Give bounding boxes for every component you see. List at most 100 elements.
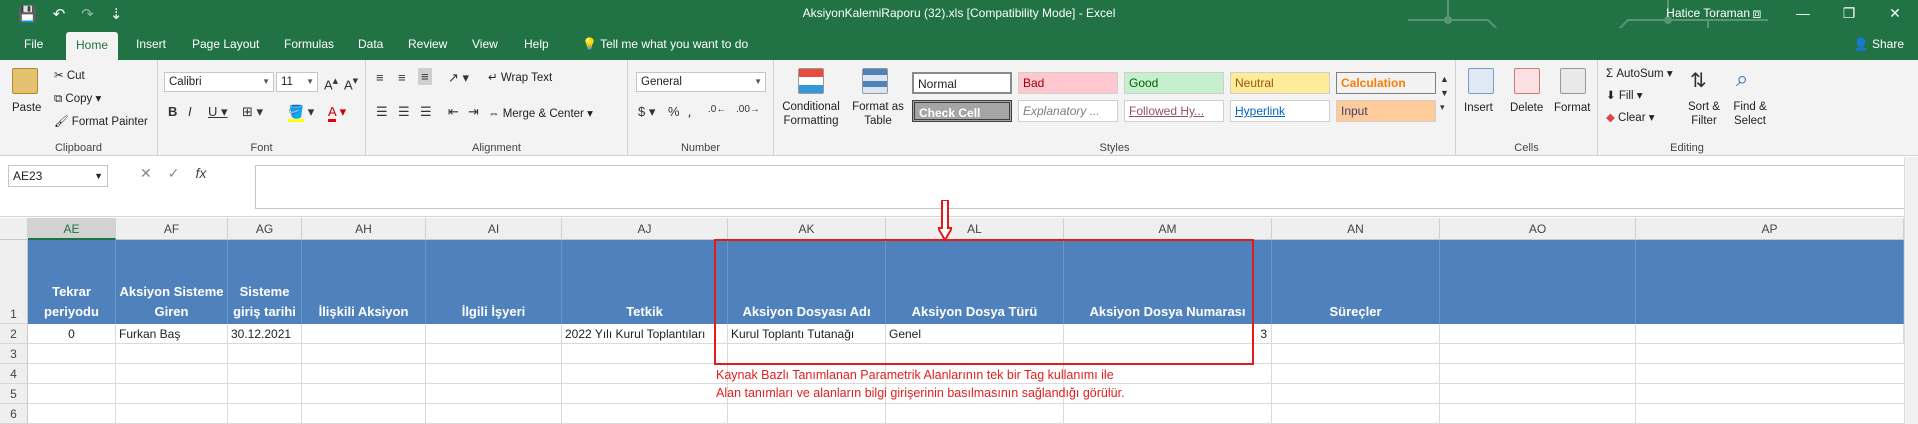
data-cell[interactable]: 30.12.2021 — [228, 324, 302, 344]
currency-icon[interactable]: $ ▾ — [638, 104, 655, 120]
magnifier-icon[interactable]: ⌕ — [1736, 66, 1748, 92]
clear-button[interactable]: ◆ Clear ▾ — [1606, 110, 1655, 124]
col-header-ai[interactable]: AI — [426, 218, 562, 240]
confirm-icon[interactable]: ✓ — [168, 165, 180, 182]
align-left-icon[interactable]: ☰ — [376, 104, 388, 120]
col-header-ao[interactable]: AO — [1440, 218, 1636, 240]
tab-review[interactable]: Review — [398, 28, 457, 60]
col-header-af[interactable]: AF — [116, 218, 228, 240]
tab-view[interactable]: View — [462, 28, 508, 60]
style-explanatory[interactable]: Explanatory ... — [1018, 100, 1118, 122]
header-cell[interactable]: İlgili İşyeri — [426, 240, 562, 324]
header-cell-empty[interactable] — [1440, 240, 1636, 324]
style-input[interactable]: Input — [1336, 100, 1436, 122]
format-as-table-button[interactable]: Format as Table — [850, 100, 906, 128]
format-painter-button[interactable]: 🖌 Format Painter — [54, 114, 148, 128]
col-header-ag[interactable]: AG — [228, 218, 302, 240]
col-header-ae[interactable]: AE — [28, 218, 116, 240]
data-cell[interactable]: 2022 Yılı Kurul Toplantıları — [562, 324, 728, 344]
tab-formulas[interactable]: Formulas — [274, 28, 344, 60]
paste-icon[interactable] — [12, 68, 38, 94]
col-header-ak[interactable]: AK — [728, 218, 886, 240]
conditional-formatting-icon[interactable] — [798, 68, 824, 94]
col-header-an[interactable]: AN — [1272, 218, 1440, 240]
header-cell-empty[interactable] — [1636, 240, 1904, 324]
italic-icon[interactable]: I — [188, 104, 192, 119]
increase-indent-icon[interactable]: ⇥ — [468, 104, 479, 120]
row-header-4[interactable]: 4 — [0, 364, 28, 384]
minimize-icon[interactable]: — — [1780, 0, 1826, 28]
header-cell[interactable]: Tetkik — [562, 240, 728, 324]
col-header-ah[interactable]: AH — [302, 218, 426, 240]
col-header-am[interactable]: AM — [1064, 218, 1272, 240]
data-cell[interactable] — [426, 324, 562, 344]
col-header-ap[interactable]: AP — [1636, 218, 1904, 240]
font-color-icon[interactable]: A ▾ — [328, 104, 346, 122]
col-header-aj[interactable]: AJ — [562, 218, 728, 240]
close-icon[interactable]: ✕ — [1872, 0, 1918, 28]
row-header-6[interactable]: 6 — [0, 404, 28, 424]
increase-font-icon[interactable]: A▴ — [324, 74, 338, 92]
tab-insert[interactable]: Insert — [126, 28, 176, 60]
style-neutral[interactable]: Neutral — [1230, 72, 1330, 94]
data-cell[interactable] — [302, 324, 426, 344]
font-size-dropdown[interactable]: 11 ▼ — [276, 72, 318, 92]
data-cell[interactable] — [1636, 324, 1904, 344]
format-cells-icon[interactable] — [1560, 68, 1586, 94]
format-table-icon[interactable] — [862, 68, 888, 94]
col-header-al[interactable]: AL — [886, 218, 1064, 240]
header-cell[interactable]: Tekrar periyodu — [28, 240, 116, 324]
style-hyperlink[interactable]: Hyperlink — [1230, 100, 1330, 122]
conditional-formatting-button[interactable]: Conditional Formatting — [778, 100, 844, 128]
select-all-corner[interactable] — [0, 218, 28, 240]
sort-filter-icon[interactable]: ⇅ — [1690, 68, 1707, 93]
name-box[interactable]: AE23 ▼ — [8, 165, 108, 187]
fill-button[interactable]: ⬇ Fill ▾ — [1606, 88, 1643, 102]
tab-home[interactable]: Home — [66, 32, 119, 60]
align-middle-icon[interactable]: ≡ — [398, 70, 406, 85]
align-top-icon[interactable]: ≡ — [376, 70, 384, 85]
style-followed-hyperlink[interactable]: Followed Hy... — [1124, 100, 1224, 122]
increase-decimal-icon[interactable]: .0← — [708, 104, 726, 115]
paste-button[interactable]: Paste — [12, 102, 41, 114]
find-select-button[interactable]: Find & Select — [1728, 100, 1772, 128]
delete-cells-icon[interactable] — [1514, 68, 1540, 94]
insert-cells-icon[interactable] — [1468, 68, 1494, 94]
delete-button[interactable]: Delete — [1510, 102, 1543, 114]
tab-file[interactable]: File — [14, 28, 53, 60]
vertical-scrollbar[interactable] — [1904, 157, 1918, 424]
format-button[interactable]: Format — [1554, 102, 1590, 114]
fill-color-icon[interactable]: 🪣 ▾ — [288, 104, 314, 122]
tab-page-layout[interactable]: Page Layout — [182, 28, 269, 60]
percent-icon[interactable]: % — [668, 104, 680, 119]
cut-button[interactable]: ✂ Cut — [54, 68, 85, 82]
autosum-button[interactable]: Σ AutoSum ▾ — [1606, 66, 1673, 80]
data-cell[interactable] — [1272, 324, 1440, 344]
row-header-3[interactable]: 3 — [0, 344, 28, 364]
ribbon-display-icon[interactable]: ⧈ — [1734, 0, 1780, 28]
align-bottom-icon[interactable]: ≡ — [418, 68, 432, 85]
tab-help[interactable]: Help — [514, 28, 559, 60]
data-cell[interactable]: 0 — [28, 324, 116, 344]
decrease-indent-icon[interactable]: ⇤ — [448, 104, 459, 120]
orientation-icon[interactable]: ↗ ▾ — [448, 70, 469, 86]
decrease-font-icon[interactable]: A▾ — [344, 74, 358, 92]
style-good[interactable]: Good — [1124, 72, 1224, 94]
bold-icon[interactable]: B — [168, 104, 177, 119]
insert-button[interactable]: Insert — [1464, 102, 1493, 114]
share-button[interactable]: 👤 Share — [1854, 28, 1904, 60]
header-cell[interactable]: Süreçler — [1272, 240, 1440, 324]
wrap-text-button[interactable]: ↵ Wrap Text — [488, 70, 552, 84]
align-right-icon[interactable]: ☰ — [420, 104, 432, 120]
merge-center-button[interactable]: ⇔ Merge & Center ▾ — [488, 106, 593, 120]
style-normal[interactable]: Normal — [912, 72, 1012, 94]
sort-filter-button[interactable]: Sort & Filter — [1682, 100, 1726, 128]
tell-me-search[interactable]: 💡 Tell me what you want to do — [572, 28, 758, 60]
data-cell[interactable]: Furkan Baş — [116, 324, 228, 344]
insert-function-icon[interactable]: fx — [195, 165, 206, 182]
row-header-5[interactable]: 5 — [0, 384, 28, 404]
formula-input[interactable] — [255, 165, 1905, 209]
restore-icon[interactable]: ❐ — [1826, 0, 1872, 28]
number-format-dropdown[interactable]: General ▼ — [636, 72, 766, 92]
underline-icon[interactable]: U ▾ — [208, 104, 228, 120]
